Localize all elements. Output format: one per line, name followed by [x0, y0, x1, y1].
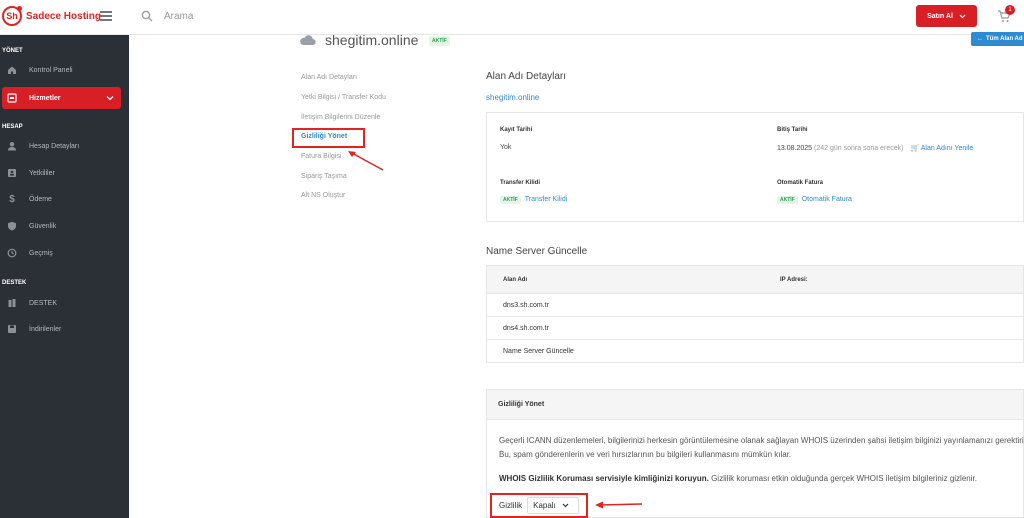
sidebar-item-support[interactable]: DESTEK: [0, 292, 129, 314]
sidebar-item-label: DESTEK: [29, 299, 58, 307]
all-domains-label: Tüm Alan Ad: [986, 36, 1023, 42]
annotation-arrow: [348, 151, 384, 171]
all-domains-button[interactable]: ← Tüm Alan Ad: [971, 32, 1024, 46]
registration-value: Yok: [500, 144, 512, 151]
domain-link[interactable]: shegitim.online: [486, 93, 539, 102]
sidebar-item-contacts[interactable]: Yetkililer: [0, 162, 129, 184]
user-icon: [7, 141, 17, 151]
nav-child-ns[interactable]: Alt NS Oluştur: [301, 192, 345, 199]
logo-mark: Sh: [2, 6, 22, 26]
sidebar-item-payment[interactable]: $ Ödeme: [0, 188, 129, 210]
nav-epp-code[interactable]: Yetki Bilgisi / Transfer Kodu: [301, 94, 386, 101]
nav-order-transfer[interactable]: Sipariş Taşıma: [301, 173, 347, 180]
save-icon: [7, 324, 17, 334]
privacy-note-rest: Gizlilik koruması etkin olduğunda gerçek…: [708, 474, 977, 483]
sidebar-item-account-details[interactable]: Hesap Detayları: [0, 135, 129, 157]
nameserver-heading: Name Server Güncelle: [486, 246, 588, 257]
privacy-label: Gizlilik: [499, 501, 523, 510]
domain-title: shegitim.online: [325, 32, 419, 48]
history-icon: [7, 248, 17, 258]
privacy-description: Geçerli ICANN düzenlemeleri, bilgilerini…: [499, 436, 1024, 459]
expiry-label: Bitiş Tarihi: [777, 127, 808, 133]
cloud-icon: [300, 35, 316, 46]
sidebar-section-yonet: YÖNET: [2, 48, 23, 54]
expiry-value: 13.08.2025 (242 gün sonra sona erecek) 🛒…: [777, 144, 973, 152]
col-ip: IP Adresi:: [780, 277, 808, 283]
home-icon: [7, 65, 17, 75]
shield-icon: [7, 221, 17, 231]
registration-label: Kayıt Tarihi: [500, 127, 533, 133]
status-badge: AKTİF: [429, 36, 450, 46]
dollar-icon: $: [9, 193, 15, 205]
status-badge: AKTİF: [500, 196, 521, 204]
status-badge: AKTİF: [777, 196, 798, 204]
sidebar-section-destek: DESTEK: [2, 280, 27, 286]
sidebar-item-downloads[interactable]: İndirilenler: [0, 318, 129, 340]
auto-invoice-value: AKTİF Otomatik Fatura: [777, 196, 852, 204]
sidebar-item-label: Yetkililer: [29, 169, 55, 177]
privacy-control: Gizlilik Kapalı: [490, 493, 588, 518]
sidebar-item-label: Hesap Detayları: [29, 142, 80, 150]
search-icon: [141, 10, 153, 22]
sidebar-item-dashboard[interactable]: Kontrol Paneli: [0, 59, 129, 81]
sidebar-item-label: Güvenlik: [29, 222, 57, 230]
hamburger-menu-icon[interactable]: [100, 11, 112, 21]
cart-count-badge: 1: [1005, 5, 1015, 15]
brand-name: Sadece Hosting: [26, 10, 102, 22]
privacy-note: WHOIS Gizlilik Koruması servisiyle kimli…: [499, 472, 1024, 486]
nameserver-panel: Alan Adı IP Adresi: dns3.sh.com.tr dns4.…: [486, 265, 1024, 363]
sidebar-item-services[interactable]: Hizmetler: [2, 87, 121, 109]
sidebar-item-security[interactable]: Güvenlik: [0, 215, 129, 237]
sidebar-item-label: İndirilenler: [29, 325, 62, 333]
nav-domain-details[interactable]: Alan Adı Detayları: [301, 74, 357, 81]
expiry-note: (242 gün sonra sona erecek): [814, 145, 904, 152]
privacy-note-bold: WHOIS Gizlilik Koruması servisiyle kimli…: [499, 474, 709, 483]
nav-invoice-info[interactable]: Fatura Bilgisi: [301, 153, 341, 160]
top-bar: Sh Sadece Hosting Satın Al 1: [0, 0, 1024, 35]
auto-invoice-link[interactable]: Otomatik Fatura: [802, 196, 852, 203]
sidebar-item-label: Geçmiş: [29, 249, 53, 257]
details-panel: Kayıt Tarihi Yok Bitiş Tarihi 13.08.2025…: [486, 112, 1024, 222]
contacts-icon: [7, 168, 17, 178]
brand-logo[interactable]: Sh Sadece Hosting: [2, 6, 101, 26]
sidebar-section-hesap: HESAP: [2, 124, 23, 130]
buy-button[interactable]: Satın Al: [916, 5, 977, 27]
transfer-lock-link[interactable]: Transfer Kilidi: [525, 196, 568, 203]
privacy-select-value: Kapalı: [533, 501, 556, 510]
sidebar-item-label: Ödeme: [29, 195, 52, 203]
sidebar: YÖNET Kontrol Paneli Hizmetler HESAP Hes…: [0, 35, 129, 518]
renew-link[interactable]: Alan Adını Yenile: [921, 145, 974, 152]
transfer-lock-label: Transfer Kilidi: [500, 180, 541, 186]
table-row: dns3.sh.com.tr: [487, 294, 1023, 317]
expiry-date: 13.08.2025: [777, 145, 813, 152]
nav-edit-contacts[interactable]: İletişim Bilgilerini Düzenle: [301, 114, 380, 121]
chevron-down-icon: [106, 96, 114, 101]
support-icon: [7, 298, 17, 308]
col-domain: Alan Adı: [503, 277, 528, 283]
update-nameserver-link[interactable]: Name Server Güncelle: [487, 340, 1023, 363]
sidebar-item-history[interactable]: Geçmiş: [0, 242, 129, 264]
sidebar-item-label: Hizmetler: [29, 94, 61, 102]
table-row: dns4.sh.com.tr: [487, 317, 1023, 340]
details-heading: Alan Adı Detayları: [486, 71, 567, 82]
sidebar-item-label: Kontrol Paneli: [29, 66, 73, 74]
chevron-down-icon: [562, 503, 569, 508]
arrow-left-icon: ←: [977, 36, 983, 42]
privacy-select[interactable]: Kapalı: [527, 497, 580, 514]
chevron-down-icon: [959, 14, 966, 18]
buy-button-label: Satın Al: [927, 12, 953, 20]
search-input[interactable]: [164, 8, 364, 25]
server-icon: [7, 93, 17, 103]
nameserver-table-header: Alan Adı IP Adresi:: [487, 266, 1023, 294]
cart-icon: 🛒: [910, 145, 920, 152]
highlight-annotation: [292, 128, 365, 148]
annotation-arrow: [595, 501, 643, 509]
transfer-lock-value: AKTİF Transfer Kilidi: [500, 196, 568, 204]
auto-invoice-label: Otomatik Fatura: [777, 180, 824, 186]
privacy-heading: Gizliliği Yönet: [487, 390, 1023, 420]
